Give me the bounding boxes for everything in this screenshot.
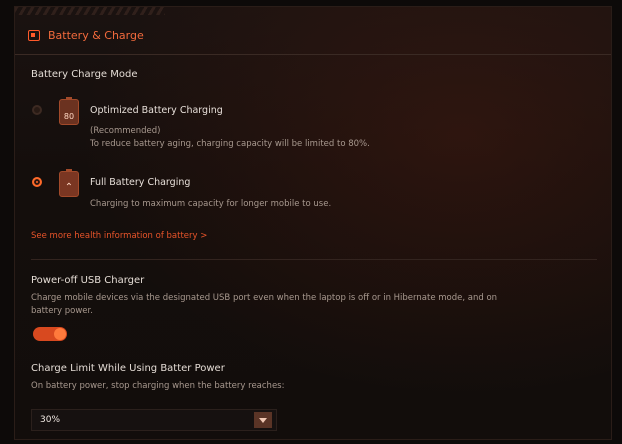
usb-charger-title: Power-off USB Charger [31, 275, 145, 286]
usb-charger-desc-line2: battery power. [31, 306, 93, 316]
charge-limit-select[interactable]: 30% [31, 409, 277, 431]
optimized-charging-recommended: (Recommended) [90, 126, 161, 136]
battery-health-link[interactable]: See more health information of battery > [31, 231, 207, 241]
optimized-charging-radio[interactable] [32, 105, 42, 115]
battery-full-arrows: ⌃ [64, 182, 74, 193]
battery-80-icon-text: 80 [63, 112, 75, 121]
decorative-stripe [15, 7, 165, 15]
charge-mode-title: Battery Charge Mode [31, 69, 138, 80]
panel-title: Battery & Charge [48, 29, 144, 42]
full-charging-radio[interactable] [32, 177, 42, 187]
optimized-charging-desc: To reduce battery aging, charging capaci… [90, 139, 370, 149]
charge-limit-value: 30% [40, 415, 61, 425]
panel-header: Battery & Charge [28, 29, 144, 42]
charge-limit-desc: On battery power, stop charging when the… [31, 381, 285, 391]
battery-80-icon: 80 [59, 97, 79, 125]
optimized-charging-label[interactable]: Optimized Battery Charging [90, 105, 223, 116]
usb-charger-desc-line1: Charge mobile devices via the designated… [31, 293, 498, 303]
full-charging-label[interactable]: Full Battery Charging [90, 177, 190, 188]
full-charging-desc: Charging to maximum capacity for longer … [90, 199, 332, 209]
charge-limit-title: Charge Limit While Using Batter Power [31, 363, 225, 374]
header-divider [15, 54, 611, 55]
usb-charger-toggle[interactable] [33, 327, 67, 341]
battery-full-icon: ⌃ [59, 169, 79, 197]
battery-charge-panel: Battery & Charge Battery Charge Mode 80 … [14, 6, 612, 440]
section-divider [31, 259, 597, 260]
chevron-down-icon[interactable] [254, 412, 272, 428]
battery-icon [28, 30, 40, 41]
